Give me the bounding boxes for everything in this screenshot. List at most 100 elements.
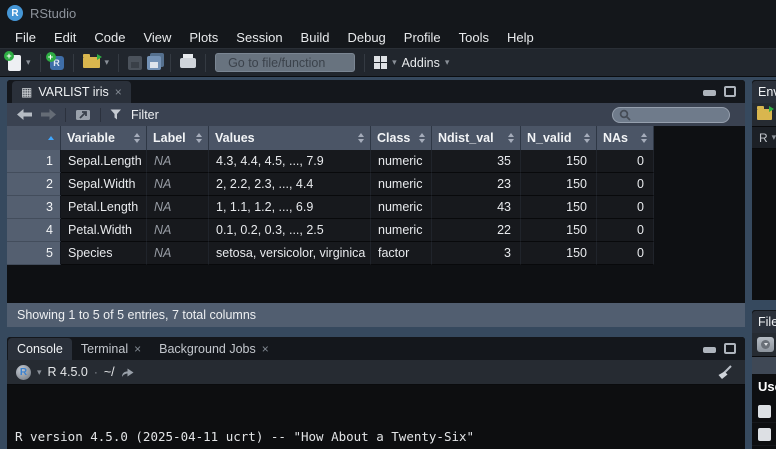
menu-item-help[interactable]: Help [498,30,543,45]
menu-item-profile[interactable]: Profile [395,30,450,45]
titlebar: R RStudio [0,0,776,26]
cell-label: NA [147,242,209,265]
cell-class: factor [371,242,432,265]
cell-values: 4.3, 4.4, 4.5, ..., 7.9 [209,150,371,173]
row-number: 4 [7,219,61,242]
open-in-new-window-icon[interactable] [75,108,91,121]
menu-item-edit[interactable]: Edit [45,30,85,45]
new-file-icon[interactable]: + [8,55,21,71]
sort-icon [196,133,202,143]
table-row: 1 Sepal.Length NA 4.3, 4.4, 4.5, ..., 7.… [7,150,745,173]
table-row: 4 Petal.Width NA 0.1, 0.2, 0.3, ..., 2.5… [7,219,745,242]
r-version-dropdown-icon[interactable]: ▾ [37,367,42,378]
table-header-row: Variable Label Values Class Ndist_val N_… [7,126,745,150]
console-line: R version 4.5.0 (2025-04-11 ucrt) -- "Ho… [15,429,745,445]
column-header-rownum[interactable] [7,126,61,150]
close-tab-icon[interactable]: × [115,85,122,99]
tab-console[interactable]: Console [8,338,72,360]
column-header-class[interactable]: Class [371,126,432,150]
panes-dropdown-icon[interactable]: ▾ [392,57,397,68]
cell-class: numeric [371,150,432,173]
cell-nas: 0 [597,196,654,219]
files-path-bar [752,357,776,374]
column-header-label[interactable]: Label [147,126,209,150]
environment-engine-selector[interactable]: R ▾ [752,127,776,149]
addins-button[interactable]: Addins [402,56,440,70]
tab-terminal[interactable]: Terminal × [72,338,150,360]
cell-values: setosa, versicolor, virginica [209,242,371,265]
forward-icon[interactable] [41,109,56,120]
table-search-input[interactable] [635,109,723,121]
filter-icon[interactable] [110,109,122,120]
cell-n-valid: 150 [521,150,597,173]
close-tab-icon[interactable]: × [134,342,141,356]
file-checkbox[interactable] [758,405,771,418]
file-checkbox[interactable] [758,428,771,441]
menu-item-build[interactable]: Build [292,30,339,45]
cell-values: 0.1, 0.2, 0.3, ..., 2.5 [209,219,371,242]
save-icon[interactable] [128,56,142,70]
cell-class: numeric [371,196,432,219]
r-version-icon[interactable]: R [16,365,31,380]
goto-file-function-box[interactable] [215,53,355,72]
sort-icon [584,133,590,143]
open-file-icon[interactable] [83,57,100,68]
cell-nas: 0 [597,150,654,173]
column-header-n-valid[interactable]: N_valid [521,126,597,150]
tab-files[interactable]: Files [752,311,776,333]
table-row: 5 Species NA setosa, versicolor, virgini… [7,242,745,265]
cell-ndist-val: 43 [432,196,521,219]
menu-item-view[interactable]: View [134,30,180,45]
tab-varlist-iris[interactable]: ▦ VARLIST iris × [12,81,131,103]
tab-background-jobs[interactable]: Background Jobs × [150,338,278,360]
addins-dropdown-icon[interactable]: ▾ [445,57,450,68]
close-tab-icon[interactable]: × [262,342,269,356]
menu-item-code[interactable]: Code [85,30,134,45]
clear-console-icon[interactable] [715,365,732,380]
app-title: RStudio [30,6,76,21]
cell-n-valid: 150 [521,196,597,219]
cell-ndist-val: 35 [432,150,521,173]
data-table-icon: ▦ [21,86,32,98]
menu-item-file[interactable]: File [6,30,45,45]
table-search-box[interactable] [612,107,730,123]
cell-ndist-val: 23 [432,173,521,196]
tab-label: VARLIST iris [38,85,108,99]
minimize-pane-icon[interactable] [703,347,716,353]
cell-variable: Petal.Length [61,196,147,219]
panes-layout-icon[interactable] [374,56,387,69]
maximize-pane-icon[interactable] [724,86,736,97]
row-number: 5 [7,242,61,265]
menu-item-session[interactable]: Session [227,30,291,45]
menu-item-plots[interactable]: Plots [180,30,227,45]
menu-item-debug[interactable]: Debug [338,30,394,45]
console-tabstrip: Console Terminal × Background Jobs × [7,337,745,360]
column-header-ndist-val[interactable]: Ndist_val [432,126,521,150]
cell-nas: 0 [597,219,654,242]
open-recent-dropdown-icon[interactable]: ▾ [105,57,110,68]
goto-directory-icon[interactable] [121,367,135,378]
console-output: R version 4.5.0 (2025-04-11 ucrt) -- "Ho… [7,385,745,449]
minimize-pane-icon[interactable] [703,90,716,96]
menu-item-tools[interactable]: Tools [450,30,498,45]
cell-label: NA [147,219,209,242]
data-viewer-pane: ▦ VARLIST iris × Filter Va [7,80,745,327]
new-file-dropdown-icon[interactable]: ▾ [26,57,31,68]
import-dataset-icon[interactable] [757,109,772,120]
chevron-down-icon: ▾ [772,132,776,143]
menu-bar: File Edit Code View Plots Session Build … [0,26,776,48]
tab-environment[interactable]: Envi [752,81,776,103]
save-all-icon[interactable] [147,56,161,70]
new-project-icon[interactable]: R+ [50,56,64,70]
new-folder-icon[interactable] [757,337,774,352]
column-header-nas[interactable]: NAs [597,126,654,150]
maximize-pane-icon[interactable] [724,343,736,354]
row-number: 3 [7,196,61,219]
cell-ndist-val: 3 [432,242,521,265]
print-icon[interactable] [180,58,196,68]
main-toolbar: + ▾ R+ ▾ ▾ Addins ▾ [0,48,776,77]
column-header-values[interactable]: Values [209,126,371,150]
back-icon[interactable] [17,109,32,120]
filter-button[interactable]: Filter [131,108,159,122]
column-header-variable[interactable]: Variable [61,126,147,150]
